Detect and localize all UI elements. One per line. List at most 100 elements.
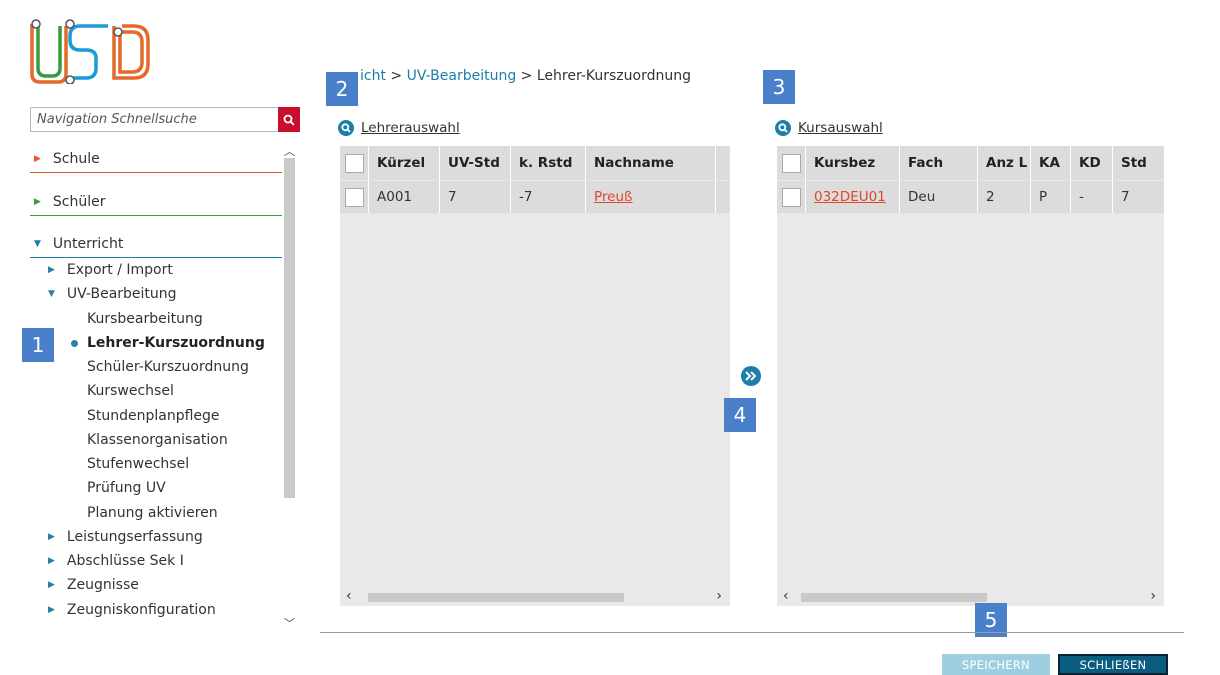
teacher-table-hscrollbar[interactable]: ‹ › xyxy=(340,588,730,606)
nav-leaf-label: Schüler-Kurszuordnung xyxy=(87,359,249,375)
scroll-up-icon[interactable]: ︿ xyxy=(283,143,296,158)
nav-sub-label: UV-Bearbeitung xyxy=(66,286,177,302)
row-checkbox[interactable] xyxy=(345,187,364,207)
nav-sub-label: Leistungserfassung xyxy=(66,529,203,545)
column-header-filler xyxy=(716,146,730,180)
assign-transfer-button[interactable] xyxy=(741,366,761,386)
nav-leaf-label: Klassenorganisation xyxy=(87,432,228,448)
column-header-anz-l[interactable]: Anz L xyxy=(978,146,1031,180)
breadcrumb-separator: > xyxy=(516,68,537,84)
scrollbar-thumb[interactable] xyxy=(801,593,987,602)
teacher-name-link[interactable]: Preuß xyxy=(594,189,633,205)
chevron-right-icon: ▶ xyxy=(48,556,55,566)
search-icon xyxy=(775,120,791,136)
breadcrumb-current: Lehrer-Kurszuordnung xyxy=(536,68,691,84)
scroll-left-icon[interactable]: ‹ xyxy=(346,588,352,604)
nav-leaf-pruefung-uv[interactable]: Prüfung UV xyxy=(87,477,166,499)
course-link[interactable]: 032DEU01 xyxy=(814,189,886,205)
column-header-nachname[interactable]: Nachname xyxy=(586,146,716,180)
column-header-std[interactable]: Std xyxy=(1113,146,1164,180)
row-select-cell xyxy=(340,181,369,213)
nav-leaf-kursbearbeitung[interactable]: Kursbearbeitung xyxy=(87,308,203,330)
chevron-right-icon: ▶ xyxy=(48,532,55,542)
cell-uv-std: 7 xyxy=(440,181,511,213)
cell-fach: Deu xyxy=(900,181,978,213)
column-header-k-rstd[interactable]: k. Rstd xyxy=(511,146,586,180)
course-selection-title[interactable]: Kursauswahl xyxy=(775,120,883,136)
annotation-badge-3: 3 xyxy=(763,70,795,104)
nav-search-button[interactable] xyxy=(278,107,300,132)
chevron-right-icon: ▶ xyxy=(34,153,41,164)
column-header-fach[interactable]: Fach xyxy=(900,146,978,180)
select-all-checkbox[interactable] xyxy=(345,153,364,173)
nav-leaf-kurswechsel[interactable]: Kurswechsel xyxy=(87,380,174,402)
annotation-badge-4: 4 xyxy=(724,398,756,432)
nav-sub-uv-bearbeitung[interactable]: ▼ UV-Bearbeitung xyxy=(48,283,177,305)
nav-sub-label: Zeugniskonfiguration xyxy=(66,602,216,618)
select-all-cell xyxy=(777,146,806,180)
scrollbar-thumb[interactable] xyxy=(368,593,624,602)
active-dot-icon xyxy=(71,340,78,347)
breadcrumb-link-unterricht[interactable]: icht xyxy=(360,68,386,84)
nav-sub-label: Export / Import xyxy=(66,262,173,278)
scroll-right-icon[interactable]: › xyxy=(1150,588,1156,604)
nav-leaf-label: Prüfung UV xyxy=(87,480,166,496)
column-header-kursbez[interactable]: Kursbez xyxy=(806,146,900,180)
footer-divider xyxy=(320,632,1184,633)
cell-k-rstd: -7 xyxy=(511,181,586,213)
breadcrumb-link-uv-bearbeitung[interactable]: UV-Bearbeitung xyxy=(407,68,517,84)
nav-item-schule[interactable]: ▶ Schule xyxy=(30,145,282,173)
nav-leaf-label: Kursbearbeitung xyxy=(87,311,203,327)
nav-leaf-schueler-kurszuordnung[interactable]: Schüler-Kurszuordnung xyxy=(87,356,249,378)
breadcrumb: icht > UV-Bearbeitung > Lehrer-Kurszuord… xyxy=(360,68,691,84)
course-table-hscrollbar[interactable]: ‹ › xyxy=(777,588,1164,606)
column-header-ka[interactable]: KA xyxy=(1031,146,1071,180)
cell-std: 7 xyxy=(1113,181,1164,213)
nav-search-input[interactable] xyxy=(31,108,277,131)
scroll-down-icon[interactable]: ﹀ xyxy=(283,615,296,630)
nav-item-schueler[interactable]: ▶ Schüler xyxy=(30,188,282,216)
cell-kuerzel: A001 xyxy=(369,181,440,213)
scroll-right-icon[interactable]: › xyxy=(716,588,722,604)
close-button[interactable]: SCHLIEßEN xyxy=(1058,654,1168,675)
teacher-selection-title[interactable]: Lehrerauswahl xyxy=(338,120,460,136)
cell-kd: - xyxy=(1071,181,1113,213)
scroll-left-icon[interactable]: ‹ xyxy=(783,588,789,604)
nav-sub-zeugnisse[interactable]: ▶ Zeugnisse xyxy=(48,574,139,596)
chevron-right-icon: ▶ xyxy=(48,580,55,590)
nav-search-box xyxy=(30,107,300,132)
row-select-cell xyxy=(777,181,806,213)
nav-leaf-planung-aktivieren[interactable]: Planung aktivieren xyxy=(87,502,218,524)
chevron-down-icon: ▼ xyxy=(48,289,55,299)
double-chevron-right-icon xyxy=(745,371,757,381)
table-row[interactable]: 032DEU01 Deu 2 P - 7 xyxy=(777,181,1164,213)
row-checkbox[interactable] xyxy=(782,187,801,207)
search-icon xyxy=(283,114,295,126)
cell-filler xyxy=(716,181,730,213)
nav-sub-label: Zeugnisse xyxy=(66,577,139,593)
nav-item-unterricht[interactable]: ▼ Unterricht xyxy=(30,230,282,258)
breadcrumb-separator: > xyxy=(385,68,407,84)
nav-leaf-lehrer-kurszuordnung[interactable]: Lehrer-Kurszuordnung xyxy=(71,332,265,354)
nav-leaf-klassenorganisation[interactable]: Klassenorganisation xyxy=(87,429,228,451)
nav-sub-leistungserfassung[interactable]: ▶ Leistungserfassung xyxy=(48,526,203,548)
nav-leaf-stufenwechsel[interactable]: Stufenwechsel xyxy=(87,453,189,475)
sidebar-scrollbar[interactable]: ︿ ﹀ xyxy=(283,143,296,633)
column-header-kuerzel[interactable]: Kürzel xyxy=(369,146,440,180)
select-all-cell xyxy=(340,146,369,180)
chevron-right-icon: ▶ xyxy=(34,196,41,207)
select-all-checkbox[interactable] xyxy=(782,153,801,173)
nav-sub-zeugniskonfiguration[interactable]: ▶ Zeugniskonfiguration xyxy=(48,599,216,621)
save-button[interactable]: SPEICHERN xyxy=(942,654,1050,675)
nav-leaf-stundenplanpflege[interactable]: Stundenplanpflege xyxy=(87,405,220,427)
chevron-right-icon: ▶ xyxy=(48,265,55,275)
table-row[interactable]: A001 7 -7 Preuß xyxy=(340,181,730,213)
scrollbar-thumb[interactable] xyxy=(284,158,295,498)
course-table: Kursbez Fach Anz L KA KD Std 032DEU01 De… xyxy=(777,146,1164,606)
nav-sub-export-import[interactable]: ▶ Export / Import xyxy=(48,259,173,281)
course-selection-label: Kursauswahl xyxy=(798,120,883,136)
search-icon xyxy=(338,120,354,136)
column-header-kd[interactable]: KD xyxy=(1071,146,1113,180)
column-header-uv-std[interactable]: UV-Std xyxy=(440,146,511,180)
nav-sub-abschluesse[interactable]: ▶ Abschlüsse Sek I xyxy=(48,550,184,572)
